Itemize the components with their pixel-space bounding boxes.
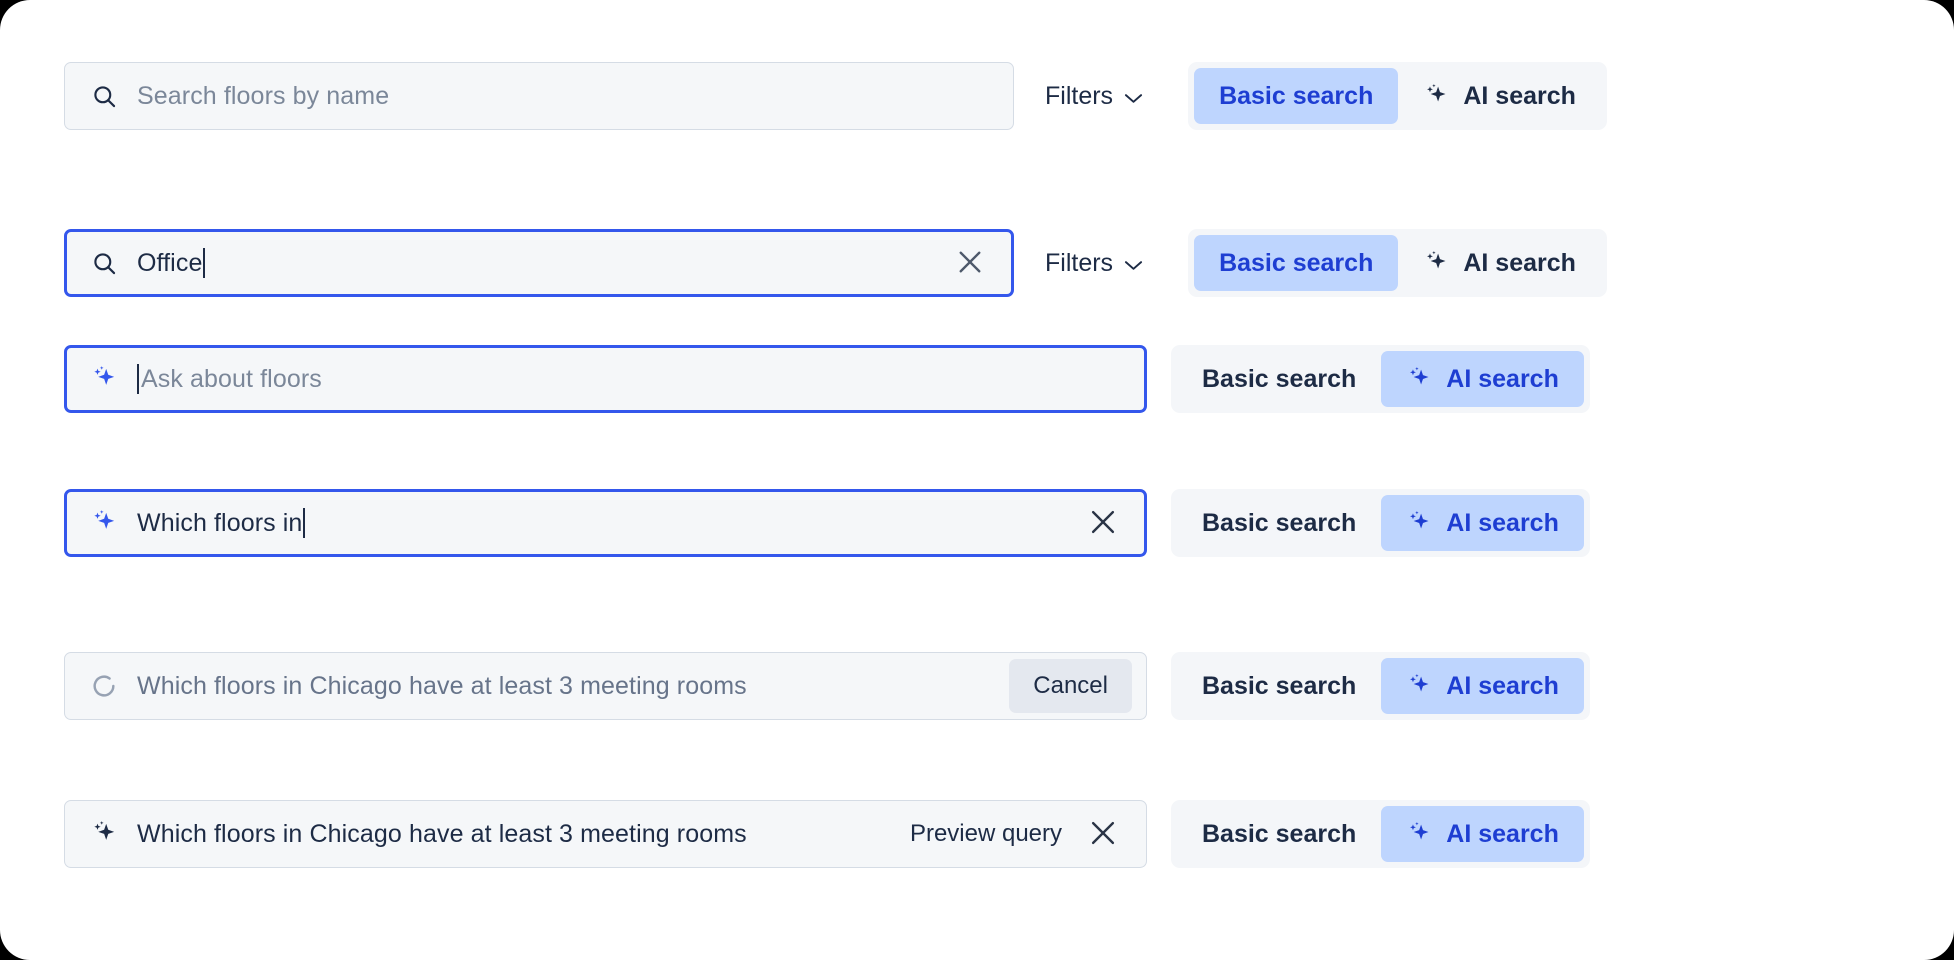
field-actions [923, 242, 991, 284]
ai-search-field-loading: Which floors in Chicago have at least 3 … [64, 652, 1147, 720]
app-surface: Search floors by name Filters Basic sear… [0, 0, 1954, 960]
search-row-ai-result: Which floors in Chicago have at least 3 … [0, 800, 1954, 868]
preview-query-button[interactable]: Preview query [910, 820, 1062, 848]
search-mode-toggle: Basic search AI search [1171, 489, 1590, 557]
tab-ai-search[interactable]: AI search [1381, 495, 1584, 551]
search-row-ai-empty: Ask about floors Basic search AI search [0, 345, 1954, 413]
tab-basic-search[interactable]: Basic search [1177, 658, 1381, 714]
tab-ai-search-label: AI search [1446, 672, 1559, 701]
search-row-basic-idle: Search floors by name Filters Basic sear… [0, 62, 1954, 130]
search-row-basic-typing: Office Filters Basic search [0, 229, 1954, 297]
field-actions: Cancel [983, 659, 1132, 713]
clear-search-button[interactable] [1082, 502, 1124, 544]
close-icon [1087, 817, 1119, 852]
sparkle-icon [1406, 366, 1433, 393]
search-row-ai-loading: Which floors in Chicago have at least 3 … [0, 652, 1954, 720]
basic-search-value: Office [137, 249, 202, 278]
filters-dropdown[interactable]: Filters [1045, 249, 1143, 278]
tab-basic-search[interactable]: Basic search [1177, 351, 1381, 407]
tab-ai-search[interactable]: AI search [1398, 68, 1601, 124]
ai-search-value: Which floors in Chicago have at least 3 … [137, 672, 747, 701]
sparkle-icon [1423, 83, 1450, 110]
search-mode-toggle: Basic search AI search [1171, 345, 1590, 413]
ai-search-field-result[interactable]: Which floors in Chicago have at least 3 … [64, 800, 1147, 868]
close-icon [955, 247, 985, 280]
clear-search-button[interactable] [949, 242, 991, 284]
chevron-down-icon [1124, 249, 1143, 278]
filters-dropdown[interactable]: Filters [1045, 82, 1143, 111]
sparkle-icon [1406, 821, 1433, 848]
sparkle-icon [1423, 250, 1450, 277]
spinner-icon [89, 671, 119, 701]
tab-ai-search[interactable]: AI search [1398, 235, 1601, 291]
tab-ai-search[interactable]: AI search [1381, 658, 1584, 714]
search-mode-toggle: Basic search AI search [1171, 800, 1590, 868]
tab-ai-search[interactable]: AI search [1381, 806, 1584, 862]
ai-search-field-typing[interactable]: Which floors in [64, 489, 1147, 557]
tab-basic-search-label: Basic search [1202, 509, 1356, 538]
search-row-ai-typing: Which floors in Basic search [0, 489, 1954, 557]
close-icon [1087, 506, 1119, 541]
tab-ai-search-label: AI search [1463, 82, 1576, 111]
filters-label: Filters [1045, 82, 1113, 111]
sparkle-icon [89, 508, 119, 538]
tab-ai-search-label: AI search [1446, 509, 1559, 538]
tab-basic-search[interactable]: Basic search [1194, 68, 1398, 124]
tab-basic-search[interactable]: Basic search [1177, 495, 1381, 551]
search-icon [89, 248, 119, 278]
tab-basic-search-label: Basic search [1202, 365, 1356, 394]
search-mode-toggle: Basic search AI search [1171, 652, 1590, 720]
chevron-down-icon [1124, 82, 1143, 111]
text-caret [137, 364, 139, 394]
ai-search-field-focused[interactable]: Ask about floors [64, 345, 1147, 413]
cancel-button[interactable]: Cancel [1009, 659, 1132, 713]
sparkle-icon [89, 364, 119, 394]
field-actions: Preview query [884, 813, 1124, 855]
ai-search-placeholder: Ask about floors [141, 365, 322, 394]
basic-search-field-focused[interactable]: Office [64, 229, 1014, 297]
ai-search-value: Which floors in Chicago have at least 3 … [137, 820, 747, 849]
tab-basic-search-label: Basic search [1202, 820, 1356, 849]
search-mode-toggle: Basic search AI search [1188, 62, 1607, 130]
search-icon [89, 81, 119, 111]
basic-search-field[interactable]: Search floors by name [64, 62, 1014, 130]
filters-label: Filters [1045, 249, 1113, 278]
field-actions [1056, 502, 1124, 544]
sparkle-icon [89, 819, 119, 849]
sparkle-icon [1406, 673, 1433, 700]
ai-search-value: Which floors in [137, 509, 302, 538]
tab-ai-search-label: AI search [1463, 249, 1576, 278]
tab-ai-search[interactable]: AI search [1381, 351, 1584, 407]
tab-basic-search-label: Basic search [1219, 82, 1373, 111]
tab-ai-search-label: AI search [1446, 820, 1559, 849]
tab-basic-search-label: Basic search [1219, 249, 1373, 278]
tab-basic-search[interactable]: Basic search [1177, 806, 1381, 862]
search-mode-toggle: Basic search AI search [1188, 229, 1607, 297]
basic-search-placeholder: Search floors by name [137, 82, 389, 111]
text-caret [203, 248, 205, 278]
sparkle-icon [1406, 510, 1433, 537]
tab-basic-search[interactable]: Basic search [1194, 235, 1398, 291]
tab-ai-search-label: AI search [1446, 365, 1559, 394]
text-caret [303, 508, 305, 538]
tab-basic-search-label: Basic search [1202, 672, 1356, 701]
clear-search-button[interactable] [1082, 813, 1124, 855]
